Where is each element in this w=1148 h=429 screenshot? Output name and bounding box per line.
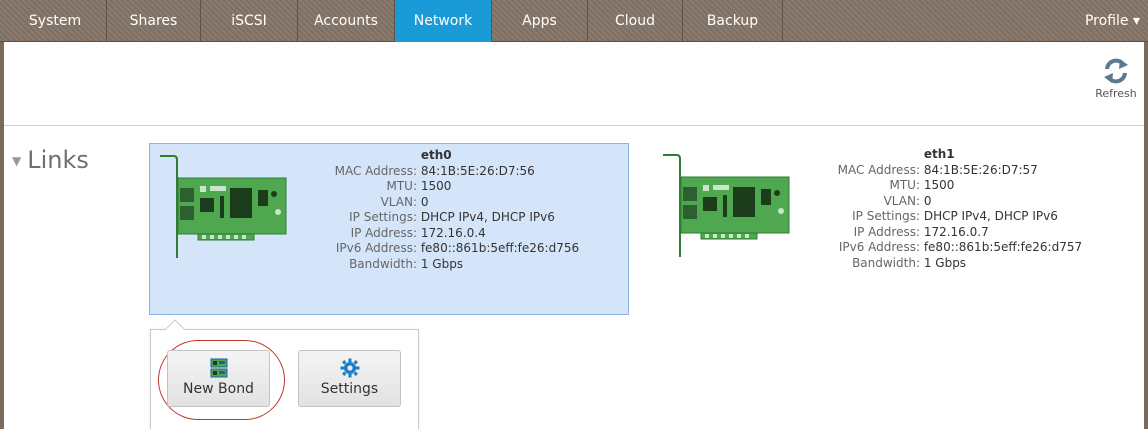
tab-backup[interactable]: Backup xyxy=(683,0,783,42)
ip-settings-label: IP Settings: xyxy=(349,210,417,224)
mac-value: 84:1B:5E:26:D7:57 xyxy=(923,162,1038,177)
mtu-value: 1500 xyxy=(923,178,955,192)
ip-settings-value: DHCP IPv4, DHCP IPv6 xyxy=(923,209,1058,223)
vlan-label: VLAN: xyxy=(380,194,417,209)
mtu-label: MTU: xyxy=(889,178,920,192)
tab-system[interactable]: System xyxy=(4,0,107,42)
vlan-label: VLAN: xyxy=(883,193,920,208)
profile-menu[interactable]: Profile ▾ xyxy=(1085,0,1140,42)
mac-label: MAC Address: xyxy=(334,163,417,178)
bandwidth-value: 1 Gbps xyxy=(420,256,464,271)
popover-arrow xyxy=(163,316,187,330)
new-bond-button[interactable]: New Bond xyxy=(167,350,270,407)
refresh-icon xyxy=(1104,58,1128,84)
network-card-icon xyxy=(160,155,287,258)
toolbar: Refresh xyxy=(4,43,1144,126)
mac-value: 84:1B:5E:26:D7:56 xyxy=(420,163,535,178)
tab-apps[interactable]: Apps xyxy=(492,0,588,42)
mtu-label: MTU: xyxy=(386,179,417,193)
refresh-button[interactable]: Refresh xyxy=(1088,57,1144,100)
refresh-label: Refresh xyxy=(1095,87,1137,100)
tab-accounts[interactable]: Accounts xyxy=(298,0,395,42)
window-frame-right xyxy=(1144,0,1148,429)
ip-address-value: 172.16.0.7 xyxy=(923,224,989,239)
tab-cloud[interactable]: Cloud xyxy=(588,0,683,42)
vlan-value: 0 xyxy=(923,193,932,208)
links-section-heading[interactable]: ▼ Links xyxy=(12,146,89,174)
ipv6-address-label: IPv6 Address: xyxy=(335,241,417,255)
settings-label: Settings xyxy=(320,381,379,397)
ip-settings-value: DHCP IPv4, DHCP IPv6 xyxy=(420,210,555,224)
ip-address-label: IP Address: xyxy=(853,224,920,239)
interface-details: eth0 MAC Address: 84:1B:5E:26:D7:56 MTU:… xyxy=(318,148,580,272)
interface-name: eth1 xyxy=(923,147,955,161)
interface-card-eth0[interactable]: eth0 MAC Address: 84:1B:5E:26:D7:56 MTU:… xyxy=(149,143,629,315)
mac-label: MAC Address: xyxy=(837,162,920,177)
ipv6-address-value: fe80::861b:5eff:fe26:d756 xyxy=(420,241,580,255)
interface-details: eth1 MAC Address: 84:1B:5E:26:D7:57 MTU:… xyxy=(821,147,1083,271)
ip-address-value: 172.16.0.4 xyxy=(420,225,486,240)
mtu-value: 1500 xyxy=(420,179,452,193)
tab-network[interactable]: Network xyxy=(395,0,492,42)
top-nav: System Shares iSCSI Accounts Network App… xyxy=(0,0,1148,42)
interface-name: eth0 xyxy=(420,148,452,162)
settings-button[interactable]: Settings xyxy=(298,350,401,407)
collapse-triangle-icon: ▼ xyxy=(12,154,22,168)
bond-icon xyxy=(210,358,227,378)
ipv6-address-label: IPv6 Address: xyxy=(838,240,920,254)
ip-address-label: IP Address: xyxy=(350,225,417,240)
ip-settings-label: IP Settings: xyxy=(852,209,920,223)
bandwidth-label: Bandwidth: xyxy=(852,255,920,270)
interface-actions-popover: New Bond Settings xyxy=(150,329,419,429)
network-card-icon xyxy=(663,154,790,257)
tab-iscsi[interactable]: iSCSI xyxy=(201,0,298,42)
bandwidth-value: 1 Gbps xyxy=(923,255,967,270)
vlan-value: 0 xyxy=(420,194,429,209)
bandwidth-label: Bandwidth: xyxy=(349,256,417,271)
gear-icon xyxy=(340,358,359,378)
tab-shares[interactable]: Shares xyxy=(107,0,201,42)
new-bond-label: New Bond xyxy=(183,381,254,397)
ipv6-address-value: fe80::861b:5eff:fe26:d757 xyxy=(923,240,1083,254)
interface-card-eth1[interactable]: eth1 MAC Address: 84:1B:5E:26:D7:57 MTU:… xyxy=(653,143,1133,315)
links-heading-label: Links xyxy=(27,146,89,174)
